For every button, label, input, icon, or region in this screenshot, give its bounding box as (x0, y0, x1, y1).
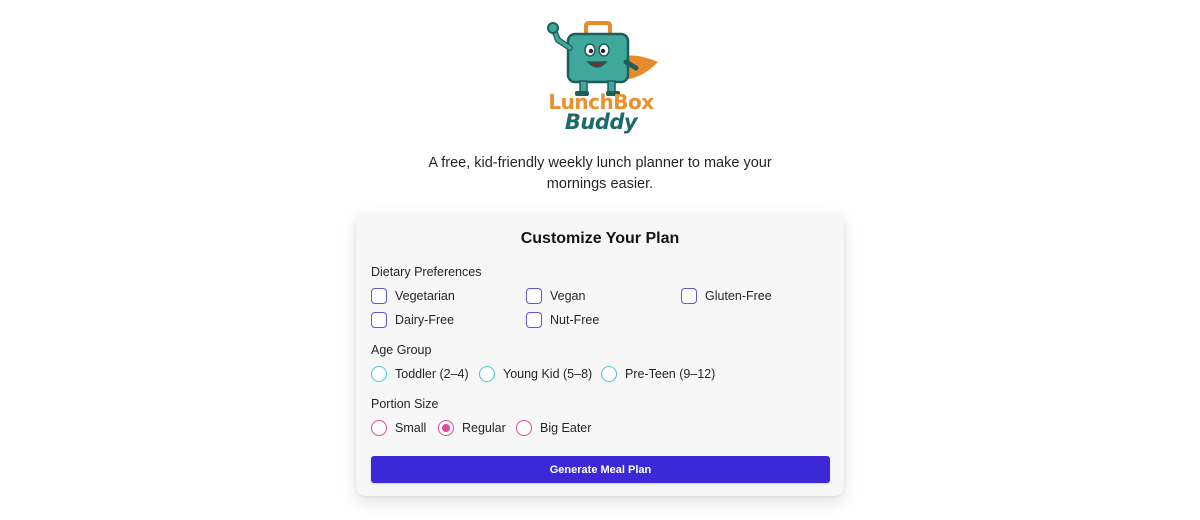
radio-label: Regular (462, 421, 506, 435)
checkbox-vegan[interactable]: Vegan (526, 287, 585, 305)
radio-circle[interactable] (601, 366, 617, 382)
age-group-label: Age Group (371, 343, 432, 357)
logo-text-buddy: Buddy (564, 110, 638, 134)
generate-meal-plan-button[interactable]: Generate Meal Plan (371, 456, 830, 483)
radio-label: Small (395, 421, 427, 435)
checkbox-box[interactable] (371, 312, 387, 328)
checkbox-box[interactable] (526, 312, 542, 328)
radio-label: Pre-Teen (9–12) (625, 367, 716, 381)
radio-circle[interactable] (371, 366, 387, 382)
checkbox-nut-free[interactable]: Nut-Free (526, 311, 599, 329)
page: LunchBox Buddy A free, kid-friendly week… (0, 0, 1200, 520)
checkbox-label: Vegetarian (395, 289, 455, 303)
radio-small[interactable]: Small (371, 419, 426, 437)
checkbox-vegetarian[interactable]: Vegetarian (371, 287, 455, 305)
radio-circle-selected[interactable] (438, 420, 454, 436)
checkbox-label: Vegan (550, 289, 586, 303)
checkbox-label: Dairy-Free (395, 313, 455, 327)
checkbox-box[interactable] (526, 288, 542, 304)
radio-regular[interactable]: Regular (438, 419, 506, 437)
lunchbox-mascot-icon (547, 21, 658, 96)
checkbox-box[interactable] (681, 288, 697, 304)
checkbox-gluten-free[interactable]: Gluten-Free (681, 287, 772, 305)
radio-circle[interactable] (516, 420, 532, 436)
checkbox-dairy-free[interactable]: Dairy-Free (371, 311, 454, 329)
radio-circle[interactable] (371, 420, 387, 436)
radio-label: Young Kid (5–8) (503, 367, 593, 381)
card-title: Customize Your Plan (520, 230, 680, 247)
logo: LunchBox Buddy (540, 18, 662, 134)
checkbox-label: Gluten-Free (705, 289, 772, 303)
radio-circle[interactable] (479, 366, 495, 382)
checkbox-box[interactable] (371, 288, 387, 304)
radio-pre-teen[interactable]: Pre-Teen (9–12) (601, 365, 715, 383)
radio-young-kid[interactable]: Young Kid (5–8) (479, 365, 592, 383)
dietary-preferences-label: Dietary Preferences (371, 265, 482, 279)
radio-label: Big Eater (540, 421, 592, 435)
tagline: A free, kid-friendly weekly lunch planne… (428, 155, 772, 192)
radio-toddler[interactable]: Toddler (2–4) (371, 365, 469, 383)
checkbox-label: Nut-Free (550, 313, 600, 327)
radio-label: Toddler (2–4) (395, 367, 469, 381)
portion-size-label: Portion Size (371, 397, 439, 411)
radio-big-eater[interactable]: Big Eater (516, 419, 591, 437)
customize-plan-card: Customize Your Plan Dietary Preferences … (356, 213, 844, 496)
